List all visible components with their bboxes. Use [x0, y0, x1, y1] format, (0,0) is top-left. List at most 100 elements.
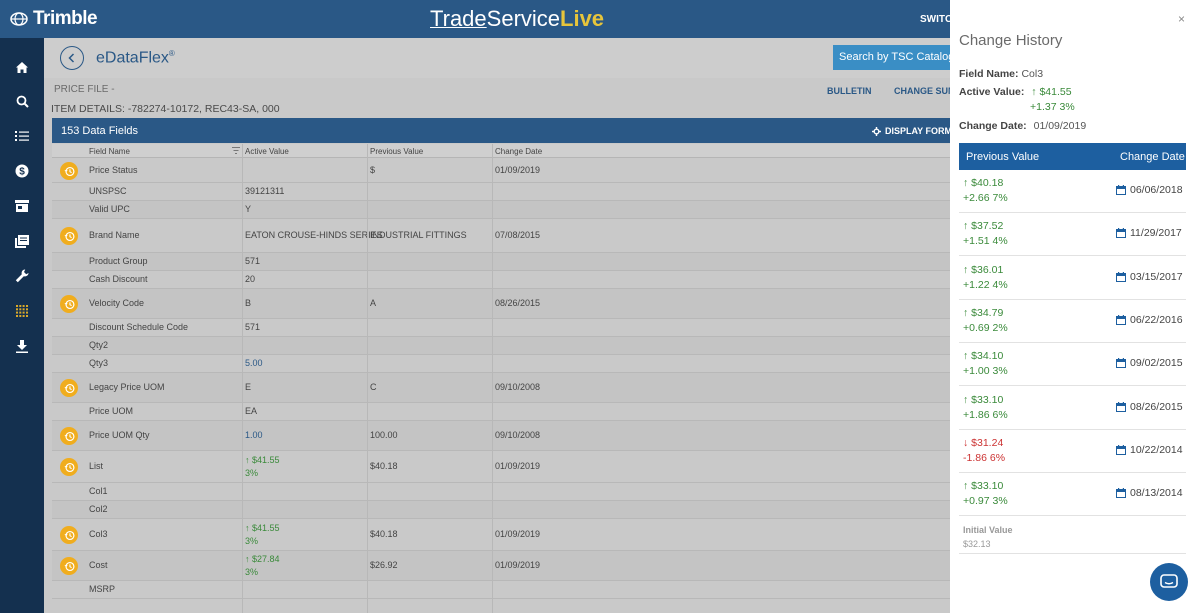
- field-name-cell: Price UOM Qty: [89, 430, 150, 440]
- history-icon[interactable]: [60, 295, 78, 313]
- field-name-cell: Velocity Code: [89, 298, 145, 308]
- change-date-cell: 03/15/2017: [1116, 271, 1183, 283]
- filter-icon[interactable]: [232, 147, 240, 154]
- trade-service-live-logo[interactable]: Trade Service Live: [430, 6, 604, 32]
- previous-value-cell: $26.92: [370, 560, 398, 570]
- table-row[interactable]: Cost ↑ $27.84 3% $26.92 01/09/2019: [52, 551, 950, 581]
- previous-value-cell: C: [370, 382, 377, 392]
- table-row[interactable]: Qty2: [52, 337, 950, 355]
- previous-value: ↑ $37.52: [963, 220, 1004, 233]
- svg-text:$: $: [19, 167, 25, 178]
- active-value: ↑ $41.55: [1031, 86, 1072, 98]
- active-value-cell: 39121311: [245, 186, 285, 196]
- store-icon[interactable]: [12, 196, 32, 216]
- previous-value: ↑ $34.79: [963, 306, 1004, 319]
- catalog-search-input[interactable]: Search by TSC Catalog N: [833, 45, 950, 70]
- column-divider: [242, 144, 243, 613]
- table-row[interactable]: Product Group 571: [52, 253, 950, 271]
- history-icon[interactable]: [60, 557, 78, 575]
- active-value-label: Active Value:: [959, 86, 1025, 98]
- initial-value: $32.13: [963, 539, 991, 549]
- col-previous-value[interactable]: Previous Value: [370, 147, 423, 156]
- dollar-icon[interactable]: $: [12, 161, 32, 181]
- change-date: 11/29/2017: [1130, 227, 1182, 240]
- history-icon[interactable]: [60, 526, 78, 544]
- initial-value-block: Initial Value $32.13: [963, 523, 1013, 551]
- column-divider: [367, 144, 368, 613]
- table-row[interactable]: Velocity Code B A 08/26/2015: [52, 289, 950, 319]
- previous-value-delta: +0.97 3%: [963, 495, 1008, 508]
- change-date-value: 01/09/2019: [1033, 120, 1087, 132]
- history-icon[interactable]: [60, 162, 78, 180]
- table-row[interactable]: Col3 ↑ $41.55 3% $40.18 01/09/2019: [52, 519, 950, 551]
- active-value-cell: 1.00: [245, 430, 263, 440]
- change-date: 03/15/2017: [1130, 270, 1183, 283]
- col-active-value[interactable]: Active Value: [245, 147, 289, 156]
- change-date: 08/13/2014: [1130, 487, 1183, 500]
- change-summary-link[interactable]: CHANGE SUM: [894, 86, 956, 96]
- active-value-cell: 5.00: [245, 358, 263, 368]
- table-row[interactable]: UNSPSC 39121311: [52, 183, 950, 201]
- previous-value-delta: +0.69 2%: [963, 321, 1008, 334]
- left-sidebar: $: [0, 38, 44, 613]
- table-row[interactable]: Col1: [52, 483, 950, 501]
- table-row[interactable]: Price UOM EA: [52, 403, 950, 421]
- previous-value: ↑ $36.01: [963, 263, 1004, 276]
- history-icon[interactable]: [60, 458, 78, 476]
- history-row: ↑ $37.52 +1.51 4% 11/29/2017: [959, 213, 1186, 257]
- calendar-icon: [1116, 444, 1126, 455]
- table-row[interactable]: Price Status $01/09/2019: [52, 159, 950, 183]
- change-date-cell: 09/10/2008: [495, 430, 541, 440]
- history-icon[interactable]: [60, 427, 78, 445]
- close-icon[interactable]: ×: [1178, 12, 1185, 26]
- table-row[interactable]: Brand Name EATON CROUSE-HINDS SERIES INDUS…: [52, 219, 950, 253]
- active-value-cell: EA: [245, 406, 258, 416]
- table-row[interactable]: Col2: [52, 501, 950, 519]
- field-name-cell: Cost: [89, 560, 108, 570]
- display-format-label: DISPLAY FORM: [885, 126, 953, 136]
- display-format-button[interactable]: DISPLAY FORM: [872, 126, 952, 136]
- table-row[interactable]: MSRP: [52, 581, 950, 599]
- bulletin-link[interactable]: BULLETIN: [827, 86, 872, 96]
- grid-icon[interactable]: [12, 301, 32, 321]
- calendar-icon: [1116, 488, 1126, 499]
- wrench-icon[interactable]: [12, 266, 32, 286]
- table-row[interactable]: Legacy Price UOM E C 09/10/2008: [52, 373, 950, 403]
- active-value-delta: +1.37 3%: [1030, 101, 1075, 113]
- history-icon[interactable]: [60, 227, 78, 245]
- history-icon[interactable]: [60, 379, 78, 397]
- field-name-cell: Qty2: [89, 340, 109, 350]
- catalog-icon[interactable]: [12, 231, 32, 251]
- table-row[interactable]: Discount Schedule Code 571: [52, 319, 950, 337]
- list-icon[interactable]: [12, 126, 32, 146]
- table-row[interactable]: Valid UPC Y: [52, 201, 950, 219]
- table-row[interactable]: Price UOM Qty 1.00 100.00 09/10/2008: [52, 421, 950, 451]
- active-delta-cell: 3%: [245, 468, 259, 478]
- back-button[interactable]: [60, 46, 84, 70]
- change-date: 06/22/2016: [1130, 313, 1183, 326]
- history-row: ↑ $40.18 +2.66 7% 06/06/2018: [959, 170, 1186, 213]
- field-name-cell: Cash Discount: [89, 274, 148, 284]
- table-row[interactable]: Cash Discount 20: [52, 271, 950, 289]
- search-icon[interactable]: [12, 91, 32, 111]
- previous-value-cell: A: [370, 298, 377, 308]
- col-change-date[interactable]: Change Date: [495, 147, 542, 156]
- home-icon[interactable]: [12, 57, 32, 77]
- change-date-cell: 10/22/2014: [1116, 444, 1183, 456]
- field-name-cell: Legacy Price UOM: [89, 382, 165, 392]
- field-name-cell: UNSPSC: [89, 186, 127, 196]
- change-date: 09/02/2015: [1130, 357, 1183, 370]
- change-date-cell: 01/09/2019: [495, 529, 541, 539]
- trimble-logo[interactable]: Trimble: [10, 8, 98, 30]
- download-icon[interactable]: [12, 336, 32, 356]
- change-date-cell: 08/13/2014: [1116, 487, 1183, 499]
- col-field-name[interactable]: Field Name: [89, 147, 130, 156]
- divider: [959, 553, 1186, 554]
- table-row[interactable]: List ↑ $41.55 3% $40.18 01/09/2019: [52, 451, 950, 483]
- chat-button[interactable]: [1150, 563, 1188, 601]
- table-row[interactable]: Qty3 5.00: [52, 355, 950, 373]
- initial-value-label: Initial Value: [963, 525, 1013, 535]
- panel-title: Change History: [959, 32, 1063, 49]
- previous-value-cell: 100.00: [370, 430, 398, 440]
- active-value-cell: 571: [245, 256, 261, 266]
